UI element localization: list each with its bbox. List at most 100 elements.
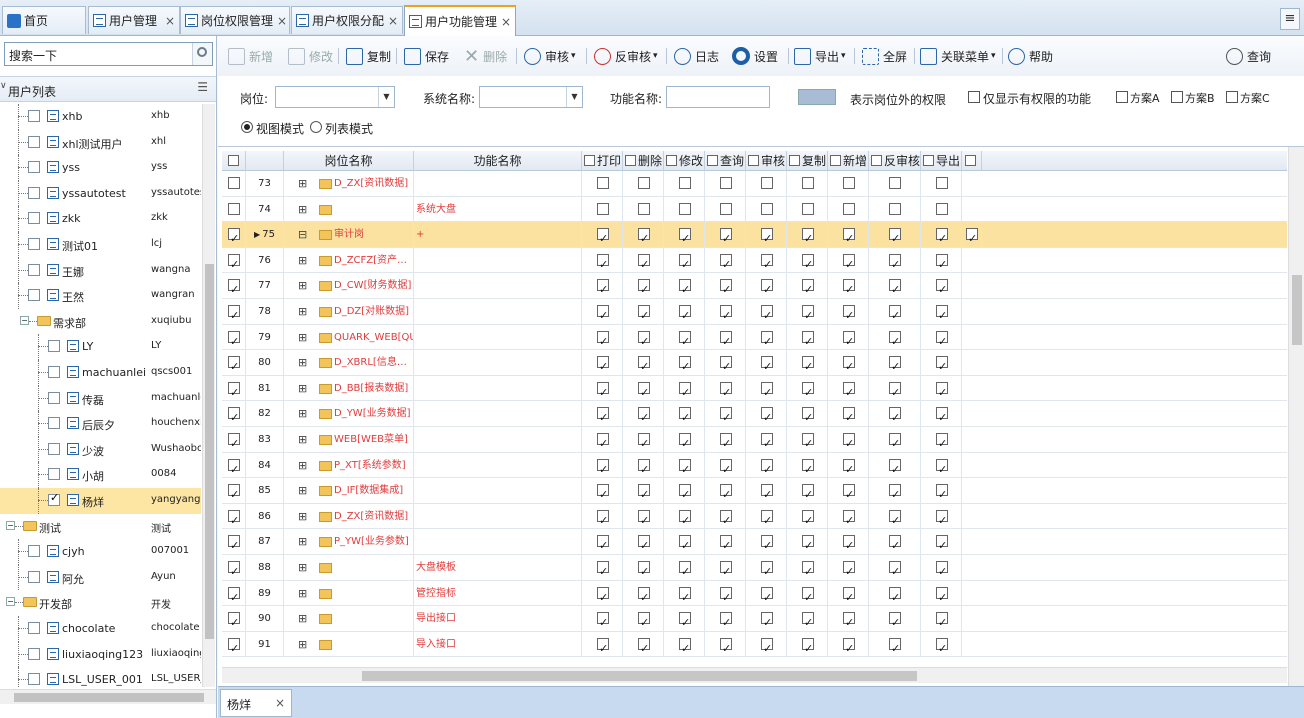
perm-delete-checkbox[interactable] (638, 380, 650, 401)
perm-copy-checkbox[interactable] (802, 636, 814, 657)
perm-new-checkbox[interactable] (843, 252, 855, 273)
perm-delete-checkbox[interactable] (638, 277, 650, 299)
perm-query-checkbox[interactable] (720, 252, 732, 273)
perm-audit-checkbox[interactable] (761, 457, 773, 478)
perm-copy-checkbox[interactable] (802, 354, 814, 376)
perm-edit-checkbox[interactable] (679, 610, 691, 632)
perm-unaudit-checkbox[interactable] (889, 177, 901, 189)
row-checkbox[interactable] (228, 457, 240, 478)
tree-node[interactable]: LSL_USER_001 LSL_USER_0 (0, 667, 201, 687)
perm-delete-checkbox[interactable] (638, 252, 650, 273)
tree-node[interactable]: 阿允 Ayun (0, 564, 201, 591)
perm-delete-checkbox[interactable] (638, 226, 650, 248)
perm-unaudit-checkbox[interactable] (889, 354, 901, 376)
perm-unaudit-checkbox[interactable] (889, 457, 901, 478)
perm-query-checkbox[interactable] (720, 636, 732, 657)
tree-node[interactable]: xhb xhb (0, 104, 201, 130)
expand-icon[interactable]: ⊞ (298, 453, 307, 478)
table-row[interactable]: 77 ⊞ D_CW[财务数据] (222, 273, 1287, 299)
export-button[interactable]: 导出 ▾ (794, 46, 846, 66)
perm-unaudit-checkbox[interactable] (889, 482, 901, 504)
perm-print-checkbox[interactable] (597, 277, 609, 299)
table-row[interactable]: 86 ⊞ D_ZX[资讯数据] (222, 503, 1287, 530)
perm-query-checkbox[interactable] (720, 508, 732, 529)
perm-new-checkbox[interactable] (843, 405, 855, 427)
perm-new-checkbox[interactable] (843, 177, 855, 189)
perm-edit-checkbox[interactable] (679, 431, 691, 453)
expand-icon[interactable]: ⊞ (298, 478, 307, 503)
table-row[interactable]: 90 ⊞ 导出接口 (222, 606, 1287, 632)
row-checkbox[interactable] (228, 559, 240, 581)
perm-delete-checkbox[interactable] (638, 431, 650, 453)
perm-edit-checkbox[interactable] (679, 457, 691, 478)
perm-audit-checkbox[interactable] (761, 277, 773, 299)
tab-user-function[interactable]: 用户功能管理 × (404, 5, 516, 36)
row-checkbox[interactable] (228, 277, 240, 299)
perm-query-checkbox[interactable] (720, 354, 732, 376)
delete-button[interactable]: ✕ 删除 (464, 46, 507, 67)
perm-edit-checkbox[interactable] (679, 252, 691, 273)
header-new[interactable]: 新增 (828, 151, 869, 171)
header-checkbox[interactable] (830, 155, 841, 166)
header-checkbox[interactable] (789, 155, 800, 166)
collapse-icon[interactable]: ☰ (197, 80, 208, 94)
bottom-tab-user[interactable]: 杨烊 × (220, 689, 292, 717)
log-button[interactable]: 日志 (674, 46, 719, 66)
perm-query-checkbox[interactable] (720, 177, 732, 189)
plan-b-checkbox[interactable] (1171, 91, 1183, 103)
header-checkbox[interactable] (666, 155, 677, 166)
perm-new-checkbox[interactable] (843, 508, 855, 529)
perm-print-checkbox[interactable] (597, 482, 609, 504)
perm-edit-checkbox[interactable] (679, 508, 691, 529)
perm-unaudit-checkbox[interactable] (889, 226, 901, 248)
expand-icon[interactable]: ⊞ (298, 632, 307, 657)
tree-node-checkbox[interactable] (28, 289, 40, 302)
table-row[interactable]: 83 ⊞ WEB[WEB菜单] (222, 427, 1287, 453)
perm-audit-checkbox[interactable] (761, 508, 773, 529)
perm-export-checkbox[interactable] (936, 559, 948, 581)
perm-unaudit-checkbox[interactable] (889, 636, 901, 657)
perm-edit-checkbox[interactable] (679, 636, 691, 657)
tree-node-checkbox[interactable] (28, 622, 40, 634)
perm-edit-checkbox[interactable] (679, 559, 691, 581)
perm-edit-checkbox[interactable] (679, 202, 691, 215)
perm-export-checkbox[interactable] (936, 585, 948, 606)
expand-icon[interactable]: ⊞ (298, 504, 307, 529)
perm-audit-checkbox[interactable] (761, 431, 773, 453)
expand-icon[interactable]: ⊟ (298, 222, 307, 247)
perm-print-checkbox[interactable] (597, 457, 609, 478)
table-row[interactable]: ▶75 ⊟ 审计岗 + (222, 222, 1287, 248)
expand-icon[interactable]: ⊞ (298, 299, 307, 324)
perm-new-checkbox[interactable] (843, 303, 855, 325)
search-input[interactable]: 搜索一下 (4, 42, 213, 66)
tab-user-permission[interactable]: 用户权限分配 × (291, 6, 403, 34)
perm-new-checkbox[interactable] (843, 380, 855, 401)
select-all-checkbox[interactable] (222, 151, 246, 171)
perm-audit-checkbox[interactable] (761, 303, 773, 325)
perm-unaudit-checkbox[interactable] (889, 431, 901, 453)
perm-export-checkbox[interactable] (936, 380, 948, 401)
header-delete[interactable]: 删除 (623, 151, 664, 171)
perm-audit-checkbox[interactable] (761, 177, 773, 189)
row-checkbox[interactable] (228, 177, 240, 189)
perm-delete-checkbox[interactable] (638, 202, 650, 215)
perm-copy-checkbox[interactable] (802, 177, 814, 189)
row-checkbox[interactable] (228, 354, 240, 376)
tree-node[interactable]: 小胡 0084 (0, 462, 201, 488)
tree-node-checkbox[interactable] (28, 238, 40, 250)
expand-icon[interactable]: ⊞ (298, 350, 307, 375)
expand-icon[interactable]: ⊞ (298, 248, 307, 273)
search-icon[interactable] (192, 43, 212, 65)
perm-unaudit-checkbox[interactable] (889, 508, 901, 529)
perm-delete-checkbox[interactable] (638, 585, 650, 606)
view-mode-radio[interactable] (241, 121, 253, 133)
perm-unaudit-checkbox[interactable] (889, 277, 901, 299)
tree-node[interactable]: LY LY (0, 334, 201, 360)
perm-query-checkbox[interactable] (720, 610, 732, 632)
tree-node-checkbox[interactable] (28, 186, 40, 199)
perm-copy-checkbox[interactable] (802, 380, 814, 401)
perm-new-checkbox[interactable] (843, 533, 855, 555)
tree-node[interactable]: 王然 wangran (0, 283, 201, 309)
perm-print-checkbox[interactable] (597, 380, 609, 401)
perm-copy-checkbox[interactable] (802, 277, 814, 299)
